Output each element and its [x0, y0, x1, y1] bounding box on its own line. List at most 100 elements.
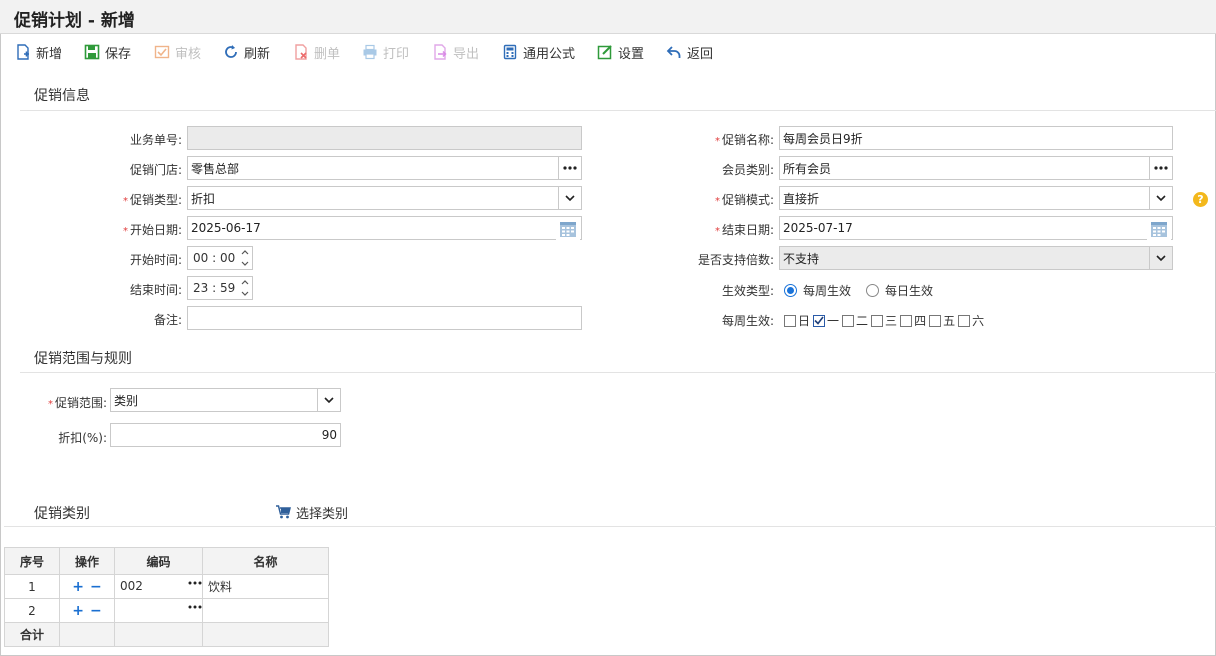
effect-type-radio-group: 每周生效 每日生效: [784, 282, 933, 299]
delete-button[interactable]: 删单: [293, 43, 340, 62]
end-date-calendar-button[interactable]: [1147, 217, 1171, 241]
calculator-icon: [503, 44, 517, 60]
store-label: 促销门店:: [129, 163, 182, 177]
total-label: 合计: [4, 622, 60, 647]
section-title-range: 促销范围与规则: [34, 351, 132, 367]
new-document-icon: [17, 44, 29, 60]
doc-no-label: 业务单号:: [129, 133, 182, 147]
more-dots-icon[interactable]: [188, 581, 202, 585]
member-type-picker-button[interactable]: [1149, 156, 1173, 180]
radio-weekly[interactable]: [784, 284, 797, 297]
spin-up-icon: [241, 250, 249, 255]
col-header-action: 操作: [59, 547, 115, 575]
chevron-down-icon: [324, 396, 334, 403]
doc-no-input[interactable]: [187, 126, 582, 150]
refresh-icon: [225, 45, 237, 58]
start-time-input[interactable]: 00 : 00: [187, 246, 253, 270]
col-header-name: 名称: [202, 547, 329, 575]
member-type-input[interactable]: 所有会员: [779, 156, 1173, 180]
remove-row-icon[interactable]: −: [90, 579, 102, 595]
print-button[interactable]: 打印: [362, 43, 409, 62]
promo-type-select[interactable]: 折扣: [187, 186, 582, 210]
col-header-code: 编码: [114, 547, 203, 575]
checkbox-tue[interactable]: [842, 314, 855, 327]
export-icon: [434, 44, 447, 60]
section-divider: [20, 372, 1216, 373]
title-bar: 促销计划 - 新增: [0, 0, 1216, 34]
checkbox-sat[interactable]: [958, 314, 971, 327]
effect-type-label: 生效类型:: [721, 284, 774, 298]
row-actions: + −: [59, 598, 115, 623]
end-date-label: * 结束日期:: [714, 223, 774, 237]
weekday-checkbox-group: 日 一 二 三 四 五 六: [784, 312, 987, 329]
remove-row-icon[interactable]: −: [90, 603, 102, 619]
select-category-button[interactable]: 选择类别: [275, 503, 348, 522]
promo-mode-select[interactable]: 直接折: [779, 186, 1173, 210]
section-title-category: 促销类别: [34, 506, 90, 522]
promo-type-dropdown-button[interactable]: [558, 186, 582, 210]
multiple-dropdown-button[interactable]: [1149, 246, 1173, 270]
end-time-input[interactable]: 23 : 59: [187, 276, 253, 300]
checkbox-mon[interactable]: [813, 314, 826, 327]
scope-dropdown-button[interactable]: [317, 388, 341, 412]
more-dots-icon: [563, 166, 577, 170]
start-date-label: * 开始日期:: [122, 223, 182, 237]
scope-select[interactable]: 类别: [110, 388, 341, 412]
refresh-button[interactable]: 刷新: [223, 43, 270, 62]
settings-button[interactable]: 设置: [597, 43, 644, 62]
row-code-cell[interactable]: [114, 598, 203, 623]
cart-icon: [276, 505, 291, 519]
more-dots-icon[interactable]: [188, 605, 202, 609]
member-type-label: 会员类别:: [721, 163, 774, 177]
calendar-icon: [1151, 222, 1167, 237]
audit-button[interactable]: 审核: [154, 43, 201, 62]
chevron-down-icon: [1156, 194, 1166, 201]
discount-input[interactable]: 90: [110, 423, 341, 447]
promo-name-label: * 促销名称:: [714, 133, 774, 147]
row-code-cell[interactable]: 002: [114, 574, 203, 599]
help-icon[interactable]: ?: [1193, 192, 1208, 207]
save-icon: [84, 44, 100, 60]
checkbox-thu[interactable]: [900, 314, 913, 327]
section-divider: [4, 526, 1216, 527]
new-button[interactable]: 新增: [15, 43, 62, 62]
start-date-input[interactable]: 2025-06-17: [187, 216, 582, 241]
remark-input[interactable]: [187, 306, 582, 330]
back-button[interactable]: 返回: [666, 43, 713, 62]
weekly-label: 每周生效:: [721, 314, 774, 328]
store-input[interactable]: 零售总部: [187, 156, 582, 180]
formula-button[interactable]: 通用公式: [502, 43, 575, 62]
printer-icon: [363, 44, 377, 60]
promo-mode-dropdown-button[interactable]: [1149, 186, 1173, 210]
end-date-input[interactable]: 2025-07-17: [779, 216, 1173, 241]
add-row-icon[interactable]: +: [72, 603, 84, 619]
back-arrow-icon: [666, 46, 681, 58]
row-actions: + −: [59, 574, 115, 599]
radio-weekly-label: 每周生效: [803, 284, 852, 298]
start-date-calendar-button[interactable]: [556, 217, 580, 241]
section-title-info: 促销信息: [34, 88, 90, 104]
check-icon: [814, 316, 824, 325]
add-row-icon[interactable]: +: [72, 579, 84, 595]
table-row: 1 + − 002 饮料: [4, 574, 329, 599]
promo-name-input[interactable]: 每周会员日9折: [779, 126, 1173, 150]
chevron-down-icon: [1156, 254, 1166, 261]
save-button[interactable]: 保存: [84, 43, 131, 62]
start-time-spinner[interactable]: [238, 247, 252, 269]
store-picker-button[interactable]: [558, 156, 582, 180]
row-name: [202, 598, 329, 623]
checkbox-fri[interactable]: [929, 314, 942, 327]
export-button[interactable]: 导出: [432, 43, 479, 62]
start-time-label: 开始时间:: [129, 253, 182, 267]
more-dots-icon: [1154, 166, 1168, 170]
spin-down-icon: [241, 261, 249, 266]
multiple-select[interactable]: 不支持: [779, 246, 1173, 270]
checkbox-sun[interactable]: [784, 314, 796, 327]
row-no: 2: [4, 598, 60, 623]
section-divider: [20, 110, 1216, 111]
end-time-spinner[interactable]: [238, 277, 252, 299]
promo-type-label: * 促销类型:: [122, 193, 182, 207]
radio-daily[interactable]: [866, 284, 880, 297]
row-no: 1: [4, 574, 60, 599]
checkbox-wed[interactable]: [871, 314, 884, 327]
